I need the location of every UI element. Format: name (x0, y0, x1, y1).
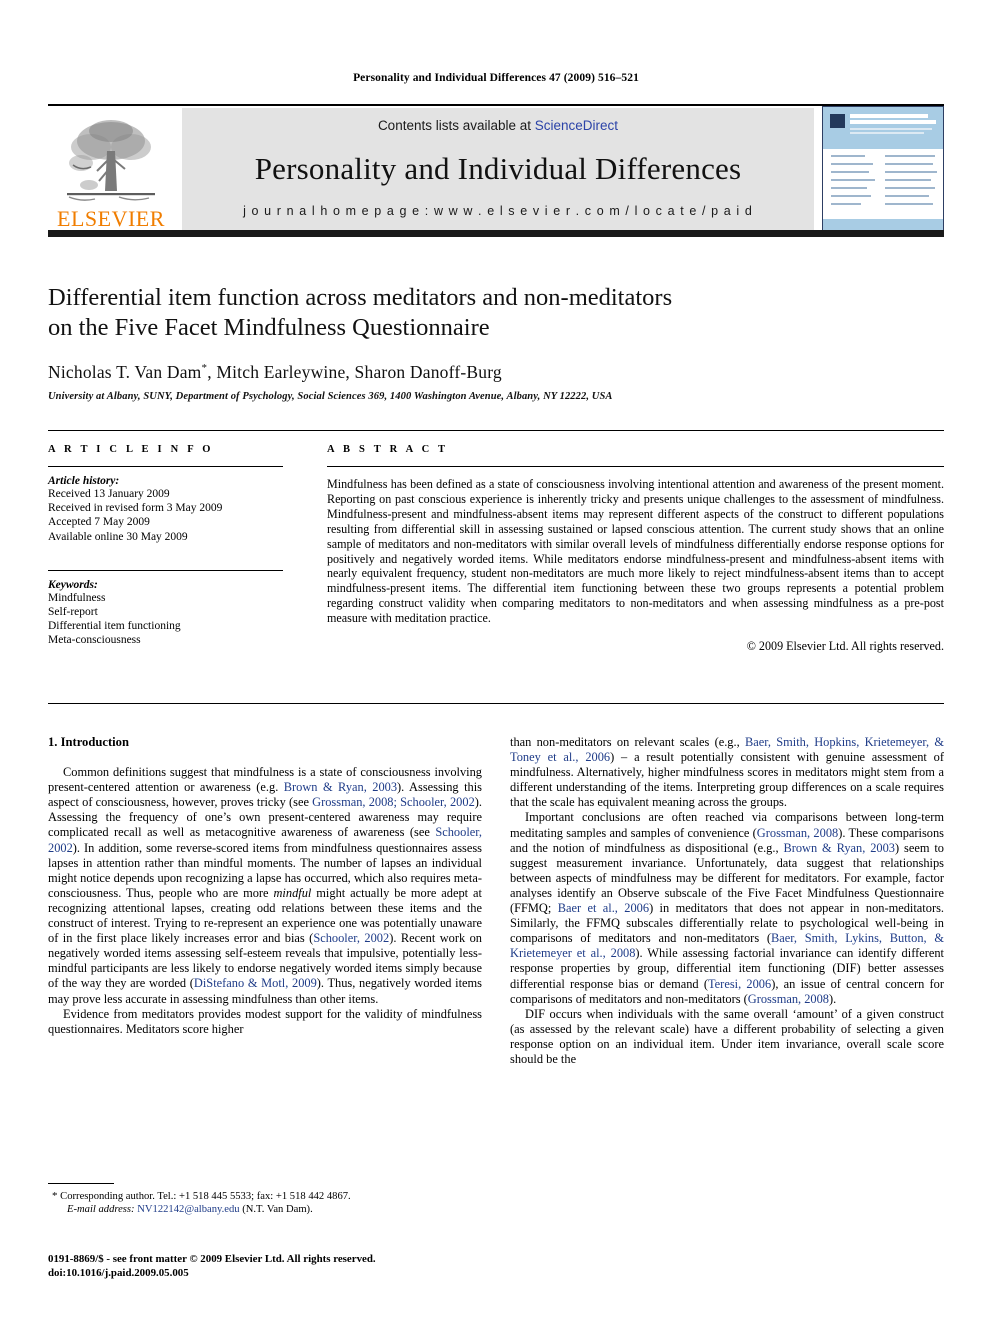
email-address-label: E-mail address: (67, 1204, 135, 1216)
emphasis-text: mindful (273, 885, 312, 900)
keywords-block: Keywords: Mindfulness Self-report Differ… (48, 569, 283, 648)
body-paragraph: Important conclusions are often reached … (510, 810, 944, 1006)
article-history-item: Accepted 7 May 2009 (48, 516, 150, 529)
sciencedirect-link[interactable]: ScienceDirect (535, 118, 618, 133)
citation-reference[interactable]: Grossman, 2008; Schooler, 2002 (312, 795, 475, 809)
page-title: Differential item function across medita… (48, 283, 944, 343)
article-info-rule (48, 466, 283, 467)
article-info-label: A R T I C L E I N F O (48, 444, 214, 455)
imprint-block: 0191-8869/$ - see front matter © 2009 El… (48, 1253, 508, 1280)
citation-reference[interactable]: Teresi, 2006 (708, 977, 771, 991)
corresponding-author-text: Corresponding author. Tel.: +1 518 445 5… (57, 1191, 351, 1202)
email-author-suffix: (N.T. Van Dam). (239, 1204, 313, 1216)
body-paragraph: than non-meditators on relevant scales (… (510, 735, 944, 810)
imprint-line-2: doi:10.1016/j.paid.2009.05.005 (48, 1266, 189, 1279)
abstract-text: Mindfulness has been defined as a state … (327, 477, 944, 626)
footnote-block: * Corresponding author. Tel.: +1 518 445… (48, 1183, 482, 1217)
article-history-item: Available online 30 May 2009 (48, 530, 188, 543)
masthead-top-rule (48, 104, 944, 106)
abstract-column: A B S T R A C T Mindfulness has been def… (327, 444, 944, 654)
email-address-link[interactable]: NV122142@albany.edu (137, 1204, 239, 1215)
author-rest: , Mitch Earleywine, Sharon Danoff-Burg (207, 362, 502, 382)
running-head: Personality and Individual Differences 4… (353, 72, 639, 84)
contents-available-line: Contents lists available at ScienceDirec… (378, 118, 618, 133)
journal-homepage[interactable]: j o u r n a l h o m e p a g e : w w w . … (243, 204, 753, 218)
body-column-left: 1. Introduction Common definitions sugge… (48, 735, 482, 1037)
abstract-label: A B S T R A C T (327, 444, 449, 455)
info-top-rule (48, 430, 944, 431)
paper-title-line-1: Differential item function across medita… (48, 284, 673, 311)
citation-reference[interactable]: Baer et al., 2006 (558, 901, 649, 915)
article-history-heading: Article history: (48, 475, 120, 487)
footnote-rule (48, 1183, 114, 1184)
email-note: E-mail address: NV122142@albany.edu (N.T… (48, 1203, 482, 1216)
body-text: than non-meditators on relevant scales (… (510, 735, 745, 749)
body-text: DIF occurs when individuals with the sam… (510, 1006, 944, 1066)
abstract-copyright: © 2009 Elsevier Ltd. All rights reserved… (746, 639, 944, 654)
keywords-heading: Keywords: (48, 578, 98, 591)
body-column-right: than non-meditators on relevant scales (… (510, 735, 944, 1067)
cover-subtitle-line-2 (850, 132, 924, 134)
body-paragraph: Evidence from meditators provides modest… (48, 1007, 482, 1037)
corresponding-author-note: * Corresponding author. Tel.: +1 518 445… (48, 1190, 482, 1203)
cover-title-line-1 (850, 114, 928, 118)
info-bottom-rule (48, 703, 944, 704)
paper-title-line-2: on the Five Facet Mindfulness Questionna… (48, 314, 490, 341)
citation-reference[interactable]: Grossman, 2008 (748, 992, 829, 1006)
abstract-rule (327, 466, 944, 467)
journal-title: Personality and Individual Differences (254, 150, 742, 186)
elsevier-tree-icon (67, 120, 155, 201)
citation-reference[interactable]: Schooler, 2002 (313, 931, 389, 945)
citation-reference[interactable]: DiStefano & Motl, 2009 (194, 976, 317, 990)
keywords-rule (48, 569, 283, 571)
keyword-item: Self-report (48, 606, 98, 619)
citation-reference[interactable]: Brown & Ryan, 2003 (783, 841, 895, 855)
body-text: Evidence from meditators provides modest… (48, 1006, 482, 1036)
section-heading-introduction: 1. Introduction (48, 735, 129, 749)
citation-reference[interactable]: Grossman, 2008 (757, 826, 838, 840)
right-paragraphs: than non-meditators on relevant scales (… (510, 735, 944, 1067)
left-paragraphs: Common definitions suggest that mindfuln… (48, 765, 482, 1037)
cover-title-line-2 (850, 120, 936, 124)
cover-logo-square (830, 114, 845, 128)
elsevier-logo: ELSEVIER (48, 108, 174, 230)
keyword-item: Meta-consciousness (48, 634, 141, 647)
paper-page: Personality and Individual Differences 4… (0, 0, 992, 1323)
author-list: Nicholas T. Van Dam*, Mitch Earleywine, … (48, 362, 944, 383)
citation-reference[interactable]: Brown & Ryan, 2003 (284, 780, 397, 794)
title-block: Differential item function across medita… (48, 283, 944, 402)
cover-subtitle-line-1 (850, 128, 932, 130)
imprint-line-1: 0191-8869/$ - see front matter © 2009 El… (48, 1253, 376, 1265)
body-paragraph: Common definitions suggest that mindfuln… (48, 765, 482, 1007)
keyword-item: Mindfulness (48, 591, 106, 604)
journal-masthead: ELSEVIER Contents lists available at Sci… (48, 104, 944, 237)
masthead-bottom-rule (48, 230, 944, 237)
elsevier-wordmark: ELSEVIER (57, 206, 165, 231)
article-info-column: A R T I C L E I N F O Article history: R… (48, 444, 283, 648)
cover-contents-area (823, 151, 943, 213)
journal-cover-thumbnail (822, 106, 944, 232)
body-text: ). (829, 991, 837, 1006)
masthead-center-panel: Contents lists available at ScienceDirec… (182, 108, 814, 230)
contents-prefix: Contents lists available at (377, 118, 535, 133)
keyword-item: Differential item functioning (48, 620, 181, 633)
body-paragraph: DIF occurs when individuals with the sam… (510, 1007, 944, 1067)
author-affiliation: University at Albany, SUNY, Department o… (48, 391, 613, 402)
article-history-item: Received in revised form 3 May 2009 (48, 502, 223, 515)
author-first: Nicholas T. Van Dam (48, 362, 202, 382)
article-history-item: Received 13 January 2009 (48, 488, 170, 500)
